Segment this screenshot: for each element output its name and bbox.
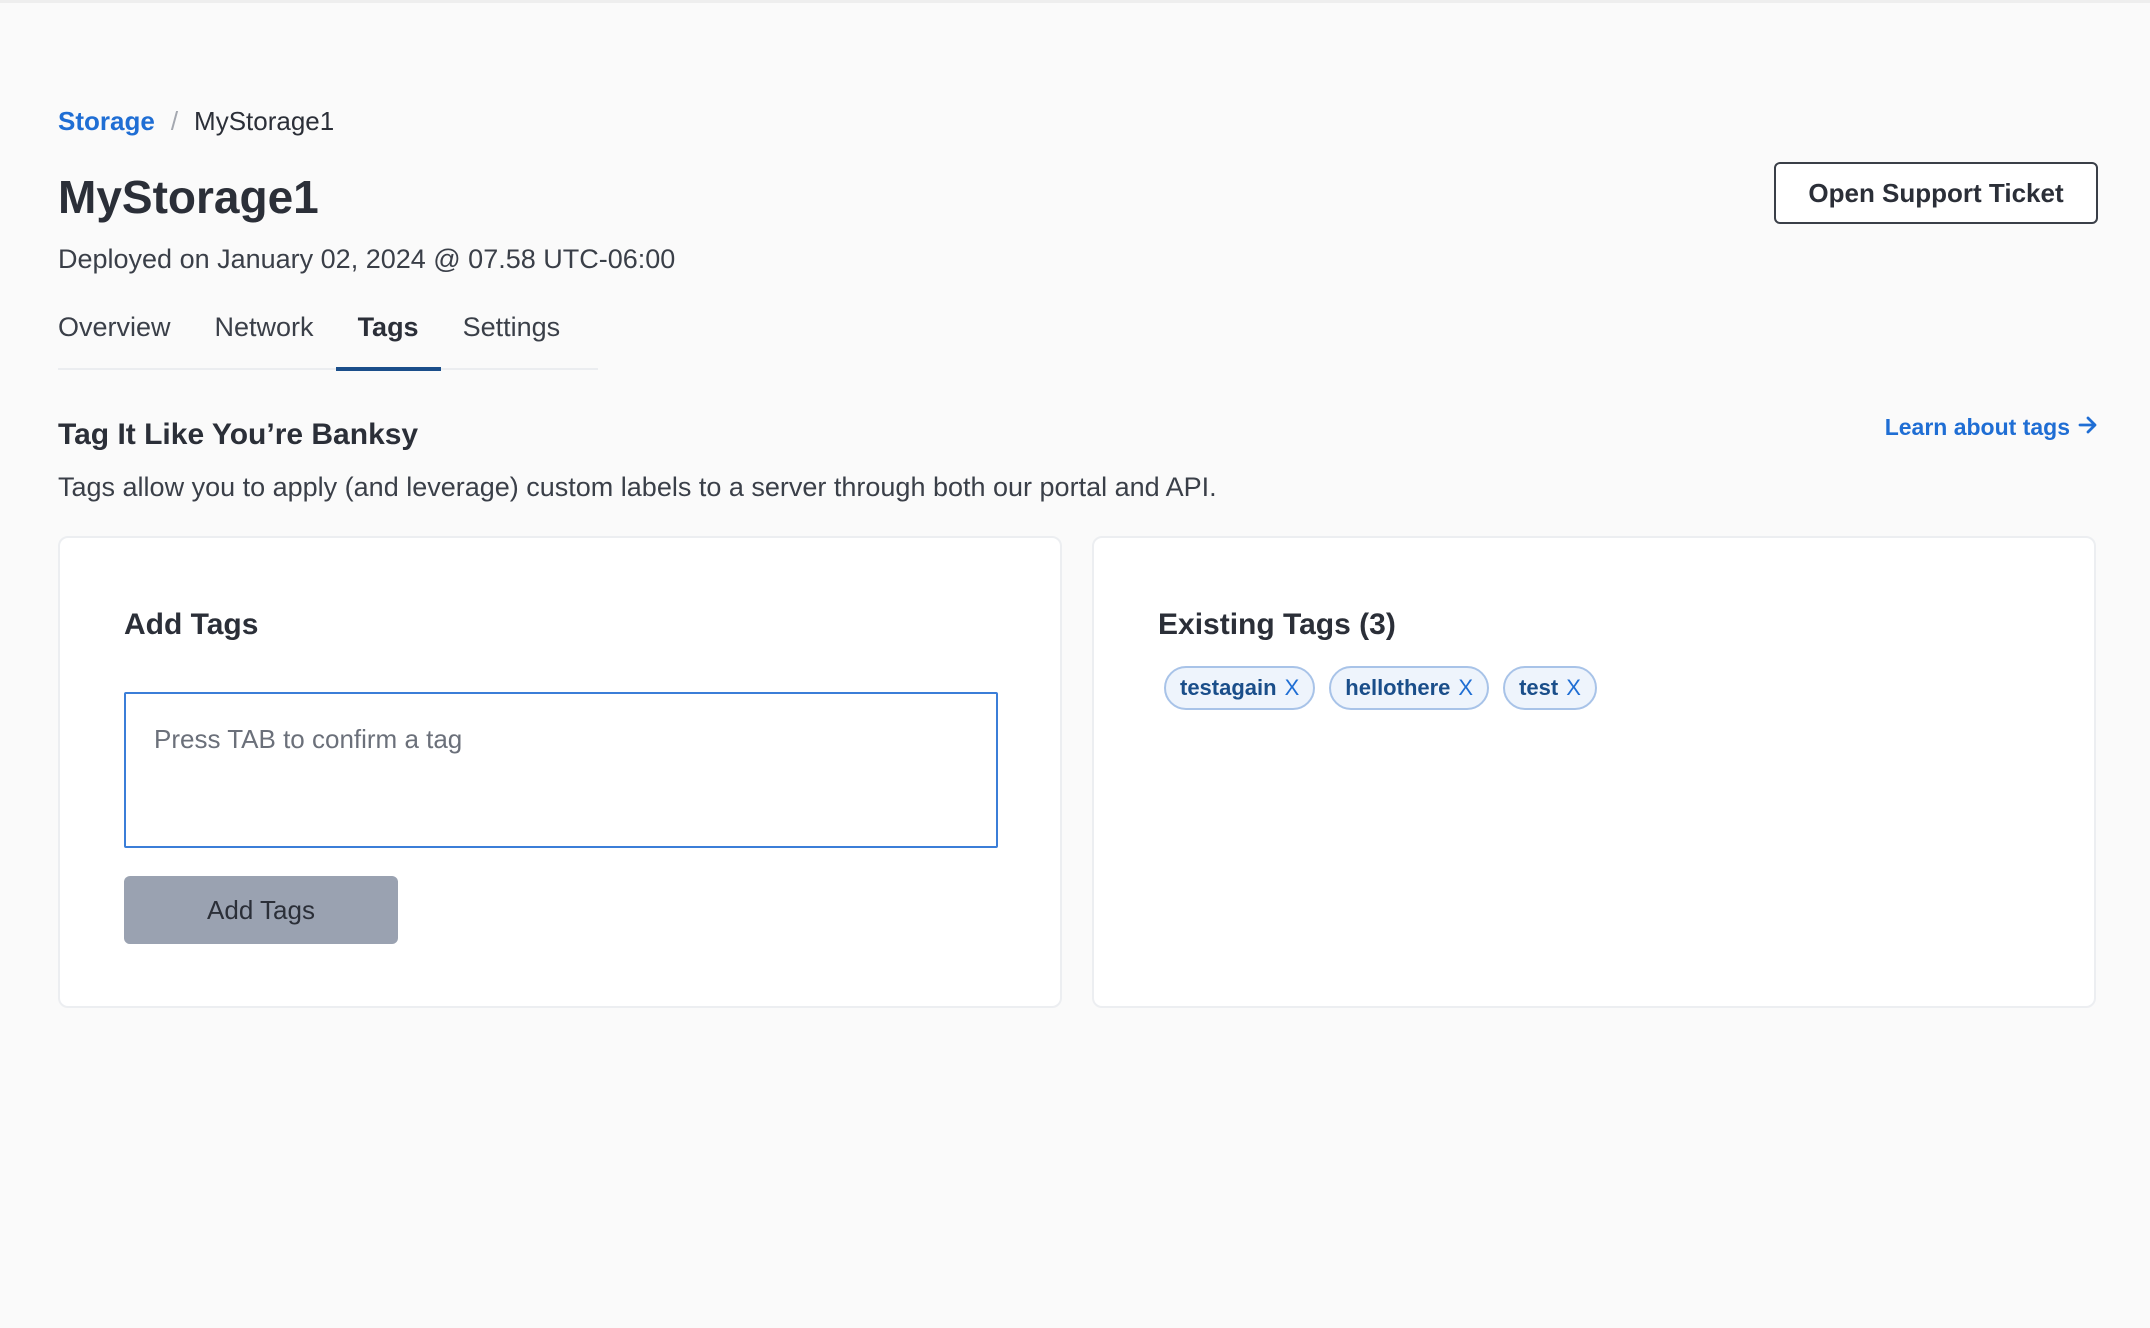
- existing-tags-title: Existing Tags (3): [1158, 608, 1396, 641]
- existing-tags-card: Existing Tags (3) testagain X hellothere…: [1092, 536, 2096, 1008]
- add-tags-button[interactable]: Add Tags: [124, 876, 398, 944]
- arrow-right-icon: [2078, 414, 2098, 441]
- breadcrumb-link-storage[interactable]: Storage: [58, 106, 155, 137]
- tab-bar: Overview Network Tags Settings: [58, 304, 598, 371]
- breadcrumb-current: MyStorage1: [194, 106, 335, 136]
- section-title: Tag It Like You’re Banksy: [58, 418, 419, 451]
- add-tags-title: Add Tags: [124, 608, 259, 641]
- top-border: [0, 0, 2150, 3]
- tag-input[interactable]: [124, 692, 998, 848]
- breadcrumb: Storage / MyStorage1: [58, 106, 334, 137]
- tag-chip: hellothere X: [1329, 666, 1490, 710]
- tag-chip-label: testagain: [1180, 675, 1277, 700]
- tab-overview[interactable]: Overview: [58, 304, 193, 368]
- learn-about-tags-link[interactable]: Learn about tags: [1885, 414, 2098, 441]
- tag-chip-label: hellothere: [1345, 675, 1451, 700]
- tag-chip: test X: [1503, 666, 1597, 710]
- learn-about-tags-label: Learn about tags: [1884, 414, 2070, 440]
- breadcrumb-separator: /: [170, 106, 179, 136]
- page-title: MyStorage1: [58, 171, 319, 223]
- tag-chip-label: test: [1519, 675, 1559, 700]
- remove-tag-button[interactable]: X: [1566, 675, 1581, 701]
- tab-network[interactable]: Network: [193, 304, 336, 368]
- open-support-ticket-button[interactable]: Open Support Ticket: [1774, 162, 2098, 224]
- deployed-timestamp: Deployed on January 02, 2024 @ 07.58 UTC…: [58, 244, 676, 274]
- tab-tags[interactable]: Tags: [335, 304, 441, 371]
- tag-chip: testagain X: [1164, 666, 1316, 710]
- remove-tag-button[interactable]: X: [1285, 675, 1300, 701]
- tag-list: testagain X hellothere X test X: [1164, 666, 1597, 710]
- remove-tag-button[interactable]: X: [1458, 675, 1473, 701]
- tab-settings[interactable]: Settings: [441, 304, 583, 368]
- section-description: Tags allow you to apply (and leverage) c…: [58, 472, 1217, 502]
- add-tags-card: Add Tags Add Tags: [58, 536, 1062, 1008]
